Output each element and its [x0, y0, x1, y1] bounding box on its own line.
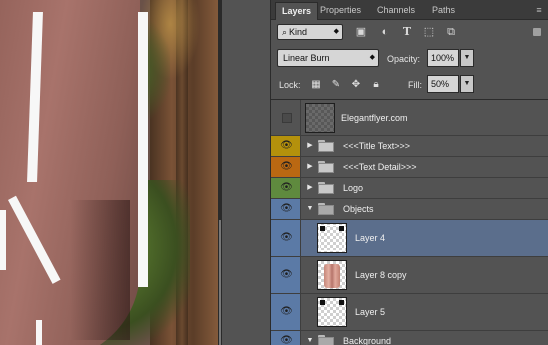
layers-list: Elegantflyer.com 👁︎ ▶ <<<Title Text>>> 👁… — [271, 99, 548, 345]
layers-panel: Layers Properties Channels Paths ≡ ⌕ Kind… — [270, 0, 548, 345]
panel-menu-icon[interactable]: ≡ — [533, 4, 545, 16]
layer-name: Background — [343, 335, 392, 345]
visibility-cell[interactable]: 👁︎ — [271, 199, 301, 219]
layer-row-elegantflyer[interactable]: Elegantflyer.com — [271, 100, 548, 136]
chevron-down-icon[interactable]: ▼ — [305, 336, 315, 345]
layer-row-logo[interactable]: 👁︎ ▶ Logo — [271, 178, 548, 199]
tab-paths[interactable]: Paths — [426, 2, 461, 20]
document-canvas[interactable] — [0, 0, 222, 345]
type-filter-icon[interactable]: T — [399, 24, 415, 40]
filter-kind-select[interactable]: ⌕ Kind ◆ — [277, 24, 343, 40]
visibility-cell[interactable]: 👁︎ — [271, 331, 301, 345]
eye-icon[interactable]: 👁︎ — [280, 307, 293, 317]
layer-row-layer-8-copy[interactable]: 👁︎ Layer 8 copy — [271, 257, 548, 294]
stepper-arrows-icon: ◆ — [333, 28, 339, 35]
layer-thumbnail — [317, 223, 347, 253]
tab-layers[interactable]: Layers — [275, 2, 319, 20]
chevron-down-icon[interactable]: ▼ — [305, 204, 315, 214]
opacity-label: Opacity: — [387, 54, 421, 64]
layer-row-title-text[interactable]: 👁︎ ▶ <<<Title Text>>> — [271, 136, 548, 157]
thumbnail-corner-marks — [320, 300, 344, 324]
opacity-field[interactable]: 100% — [427, 49, 459, 67]
folder-open-icon — [318, 203, 334, 215]
blend-mode-value: Linear Burn — [283, 53, 330, 63]
chevron-right-icon[interactable]: ▶ — [305, 162, 315, 172]
fill-slider-button[interactable]: ▼ — [460, 75, 474, 93]
layer-name: Objects — [343, 204, 374, 214]
visibility-cell[interactable]: 👁︎ — [271, 136, 301, 156]
chevron-right-icon[interactable]: ▶ — [305, 141, 315, 151]
panel-gutter — [222, 0, 270, 345]
fill-label: Fill: — [408, 80, 422, 90]
layer-row-layer-4[interactable]: 👁︎ Layer 4 — [271, 220, 548, 257]
lock-image-pixels-icon[interactable]: ✎ — [329, 78, 343, 92]
adjustment-filter-icon[interactable]: ◐ — [377, 24, 393, 40]
visibility-cell[interactable]: 👁︎ — [271, 220, 301, 256]
shape-filter-icon[interactable]: ⬚ — [421, 24, 437, 40]
visibility-off-icon[interactable] — [282, 112, 292, 123]
lock-row: Lock: ▦ ✎ ✥ 🔒︎ Fill: 50% ▼ — [271, 72, 548, 96]
eye-icon[interactable]: 👁︎ — [280, 270, 293, 280]
canvas-letter-stroke — [138, 12, 148, 287]
visibility-cell[interactable] — [271, 100, 301, 135]
eye-icon[interactable]: 👁︎ — [280, 162, 293, 172]
canvas-letter-stroke — [36, 320, 42, 345]
layer-name: Elegantflyer.com — [341, 112, 408, 123]
layer-name: Layer 4 — [355, 233, 386, 243]
thumbnail-corner-marks — [320, 226, 344, 250]
layer-filter-row: ⌕ Kind ◆ ▣ ◐ T ⬚ ⧉ — [271, 20, 548, 44]
fill-field[interactable]: 50% — [427, 75, 459, 93]
lock-position-icon[interactable]: ✥ — [349, 78, 363, 92]
eye-icon[interactable]: 👁︎ — [280, 233, 293, 243]
layer-name: Layer 8 copy — [355, 270, 407, 280]
canvas-scroll-thumb[interactable] — [219, 220, 221, 345]
blend-mode-select[interactable]: Linear Burn ◆ — [277, 49, 379, 67]
layer-row-objects[interactable]: 👁︎ ▼ Objects — [271, 199, 548, 220]
layer-thumbnail — [317, 260, 347, 290]
folder-icon — [318, 140, 334, 152]
layer-name: <<<Title Text>>> — [343, 141, 411, 151]
eye-icon[interactable]: 👁︎ — [280, 141, 293, 151]
lock-transparent-pixels-icon[interactable]: ▦ — [309, 78, 323, 92]
layer-thumbnail — [317, 297, 347, 327]
visibility-cell[interactable]: 👁︎ — [271, 294, 301, 330]
search-icon: ⌕ — [282, 27, 288, 37]
filter-toggle-switch[interactable] — [533, 28, 541, 36]
visibility-cell[interactable]: 👁︎ — [271, 178, 301, 198]
blend-row: Linear Burn ◆ Opacity: 100% ▼ — [271, 46, 548, 70]
eye-icon[interactable]: 👁︎ — [280, 204, 293, 214]
canvas-letter-stroke — [0, 210, 6, 270]
stepper-arrows-icon: ◆ — [369, 54, 375, 61]
panel-tab-bar: Layers Properties Channels Paths ≡ — [271, 0, 548, 20]
eye-icon[interactable]: 👁︎ — [280, 335, 293, 345]
tab-properties[interactable]: Properties — [314, 2, 367, 20]
layer-row-text-detail[interactable]: 👁︎ ▶ <<<Text Detail>>> — [271, 157, 548, 178]
folder-open-icon — [318, 334, 334, 345]
thumbnail-legs-image — [324, 264, 340, 288]
folder-icon — [318, 182, 334, 194]
visibility-cell[interactable]: 👁︎ — [271, 157, 301, 177]
visibility-cell[interactable]: 👁︎ — [271, 257, 301, 293]
layer-name: Logo — [343, 183, 364, 193]
opacity-slider-button[interactable]: ▼ — [460, 49, 474, 67]
lock-label: Lock: — [279, 80, 301, 90]
folder-icon — [318, 161, 334, 173]
layer-thumbnail — [305, 102, 335, 133]
canvas-skin-shadow — [70, 200, 130, 340]
layer-row-layer-5[interactable]: 👁︎ Layer 5 — [271, 294, 548, 331]
layer-name: <<<Text Detail>>> — [343, 162, 417, 172]
layer-row-background[interactable]: 👁︎ ▼ Background — [271, 331, 548, 345]
kind-label: Kind — [289, 27, 308, 37]
tab-channels[interactable]: Channels — [371, 2, 421, 20]
layer-name: Layer 5 — [355, 307, 386, 317]
lock-all-icon[interactable]: 🔒︎ — [369, 78, 383, 92]
image-filter-icon[interactable]: ▣ — [353, 24, 369, 40]
smart-object-filter-icon[interactable]: ⧉ — [443, 24, 459, 40]
chevron-right-icon[interactable]: ▶ — [305, 183, 315, 193]
eye-icon[interactable]: 👁︎ — [280, 183, 293, 193]
